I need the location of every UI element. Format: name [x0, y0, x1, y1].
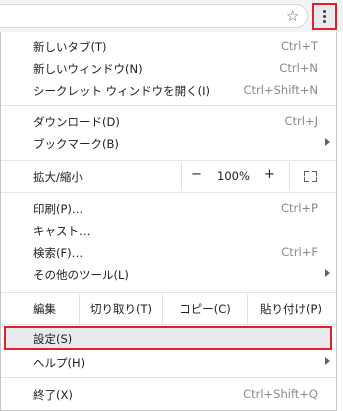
zoom-row: 拡大/縮小 − 100% + [1, 162, 336, 190]
menu-item-label: 新しいウィンドウ(N) [33, 62, 143, 76]
edit-row: 編集 切り取り(T) コピー(C) 貼り付け(P) [1, 294, 336, 324]
submenu-arrow-icon [325, 269, 330, 277]
shortcut-label: Ctrl+N [279, 61, 318, 75]
menu-item-more-tools[interactable]: その他のツール(L) [1, 263, 336, 285]
menu-item-label: 設定(S) [33, 332, 73, 346]
submenu-arrow-icon [325, 138, 330, 146]
dot [323, 15, 326, 18]
menu-separator [1, 105, 336, 106]
menu-item-help[interactable]: ヘルプ(H) [1, 351, 336, 373]
menu-item-label: ブックマーク(B) [33, 137, 119, 151]
menu-item-label: 印刷(P)… [33, 202, 84, 216]
menu-separator [1, 160, 336, 161]
menu-item-downloads[interactable]: ダウンロード(D) Ctrl+J [1, 110, 336, 132]
chrome-main-menu: 新しいタブ(T) Ctrl+T 新しいウィンドウ(N) Ctrl+N シークレッ… [0, 32, 337, 411]
menu-item-label: ダウンロード(D) [33, 115, 120, 129]
menu-separator [1, 292, 336, 293]
edit-label: 編集 [33, 302, 56, 316]
corner [312, 177, 317, 182]
menu-item-label: その他のツール(L) [33, 268, 129, 282]
chrome-menu-button[interactable] [312, 3, 337, 30]
menu-item-label: シークレット ウィンドウを開く(I) [33, 84, 211, 98]
menu-item-label: 新しいタブ(T) [33, 40, 107, 54]
menu-item-settings[interactable]: 設定(S) [4, 326, 332, 350]
menu-item-label: 終了(X) [33, 388, 73, 402]
shortcut-label: Ctrl+P [280, 201, 318, 215]
menu-item-print[interactable]: 印刷(P)… Ctrl+P [1, 197, 336, 219]
shortcut-label: Ctrl+J [284, 114, 319, 128]
address-bar[interactable] [0, 4, 308, 28]
shortcut-label: Ctrl+Shift+Q [243, 387, 318, 401]
submenu-arrow-icon [325, 357, 330, 365]
zoom-in-button[interactable]: + [264, 167, 275, 182]
menu-item-find[interactable]: 検索(F)… Ctrl+F [1, 241, 336, 263]
copy-button[interactable]: コピー(C) [163, 294, 247, 324]
corner [304, 177, 309, 182]
menu-item-label: 検索(F)… [33, 246, 84, 260]
dot [323, 10, 326, 13]
browser-toolbar: ☆ [0, 0, 343, 32]
menu-item-exit[interactable]: 終了(X) Ctrl+Shift+Q [1, 383, 336, 405]
divider [181, 162, 182, 190]
menu-item-bookmarks[interactable]: ブックマーク(B) [1, 132, 336, 154]
divider [289, 162, 290, 190]
menu-item-incognito[interactable]: シークレット ウィンドウを開く(I) Ctrl+Shift+N [1, 79, 336, 101]
menu-item-cast[interactable]: キャスト… [1, 219, 336, 241]
menu-item-new-tab[interactable]: 新しいタブ(T) Ctrl+T [1, 35, 336, 57]
shortcut-label: Ctrl+F [281, 245, 318, 259]
paste-button[interactable]: 貼り付け(P) [248, 294, 334, 324]
menu-separator [1, 377, 336, 378]
dot [323, 20, 326, 23]
menu-separator [1, 192, 336, 193]
cut-button[interactable]: 切り取り(T) [80, 294, 162, 324]
menu-item-label: ヘルプ(H) [33, 356, 86, 370]
menu-item-label: キャスト… [33, 224, 91, 238]
fullscreen-icon[interactable] [304, 171, 317, 182]
menu-item-new-window[interactable]: 新しいウィンドウ(N) Ctrl+N [1, 57, 336, 79]
corner [312, 171, 317, 176]
zoom-level: 100% [217, 169, 250, 183]
corner [304, 171, 309, 176]
shortcut-label: Ctrl+Shift+N [243, 83, 318, 97]
zoom-out-button[interactable]: − [191, 167, 202, 182]
star-icon[interactable]: ☆ [286, 8, 299, 24]
shortcut-label: Ctrl+T [280, 39, 318, 53]
menu-separator [1, 324, 336, 325]
zoom-label: 拡大/縮小 [33, 170, 83, 184]
